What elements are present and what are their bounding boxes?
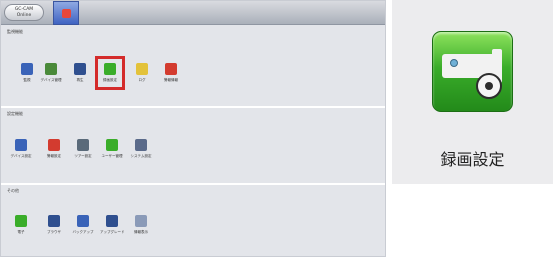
alarm-icon [165, 63, 177, 75]
zoom-label: 録画設定 [440, 150, 505, 169]
menu-item-label: 再生 [76, 78, 84, 82]
record-settings-icon[interactable] [432, 31, 513, 112]
section-label: 設定機能 [7, 111, 23, 116]
menu-item-eye[interactable]: 監視 [15, 63, 39, 83]
menu-item-playback[interactable]: 再生 [68, 63, 92, 83]
menu-item-label: ログ [138, 78, 146, 82]
device-icon [45, 63, 57, 75]
gift-icon [15, 215, 27, 227]
logo-line2: Online [16, 12, 32, 18]
menu-item-label: バックアップ [72, 230, 94, 234]
menu-item-label: アップグレード [100, 230, 125, 234]
menu-item-browser[interactable]: ブラウザ [42, 215, 66, 235]
upgrade-icon [106, 215, 118, 227]
selection-highlight [95, 56, 125, 90]
menu-item-label: ブラウザ [47, 230, 61, 234]
menu-item-tour[interactable]: ツアー設定 [71, 139, 95, 159]
log-icon [136, 63, 148, 75]
browser-icon [48, 215, 60, 227]
menu-item-label: 警報設定 [47, 154, 61, 158]
menu-item-label: 警報情報 [164, 78, 178, 82]
app-window: GC-CAM Online 監視機能 設定機能 その他 監視 デバイス管理 再生 録画… [0, 0, 386, 257]
menu-item-label: デバイス管理 [40, 78, 62, 82]
menu-item-log[interactable]: ログ [130, 63, 154, 83]
menu-item-alarm-settings[interactable]: 警報設定 [42, 139, 66, 159]
menu-item-label: 監視 [23, 78, 31, 82]
menu-item-label: ツアー設定 [74, 154, 92, 158]
home-icon [61, 8, 71, 18]
camera-lens [450, 59, 458, 67]
home-tab[interactable] [53, 1, 79, 25]
alarm-settings-icon [48, 139, 60, 151]
menu-item-info[interactable]: 情報表示 [129, 215, 153, 235]
eye-icon [21, 63, 33, 75]
gear-icon [476, 73, 502, 99]
section-label: 監視機能 [7, 29, 23, 34]
menu-item-gift[interactable]: 電子 [9, 215, 33, 235]
menu-item-upgrade[interactable]: アップグレード [100, 215, 125, 235]
backup-icon [77, 215, 89, 227]
info-icon [135, 215, 147, 227]
menu-item-label: デバイス設定 [10, 154, 32, 158]
menu-item-label: 電子 [17, 230, 25, 234]
top-bar: GC-CAM Online [1, 1, 385, 25]
playback-icon [74, 63, 86, 75]
device-settings-icon [15, 139, 27, 151]
menu-item-device-settings[interactable]: デバイス設定 [9, 139, 33, 159]
menu-item-label: 情報表示 [134, 230, 148, 234]
menu-item-alarm[interactable]: 警報情報 [159, 63, 183, 83]
menu-item-system[interactable]: システム設定 [129, 139, 153, 159]
zoom-panel: 録画設定 [392, 0, 553, 184]
menu-item-user[interactable]: ユーザー管理 [100, 139, 124, 159]
menu-item-label: システム設定 [130, 154, 152, 158]
system-icon [135, 139, 147, 151]
menu-item-device[interactable]: デバイス管理 [39, 63, 63, 83]
user-icon [106, 139, 118, 151]
menu-item-backup[interactable]: バックアップ [71, 215, 95, 235]
menu-item-label: ユーザー管理 [101, 154, 123, 158]
tour-icon [77, 139, 89, 151]
section-label: その他 [7, 188, 19, 193]
app-logo[interactable]: GC-CAM Online [4, 4, 44, 21]
